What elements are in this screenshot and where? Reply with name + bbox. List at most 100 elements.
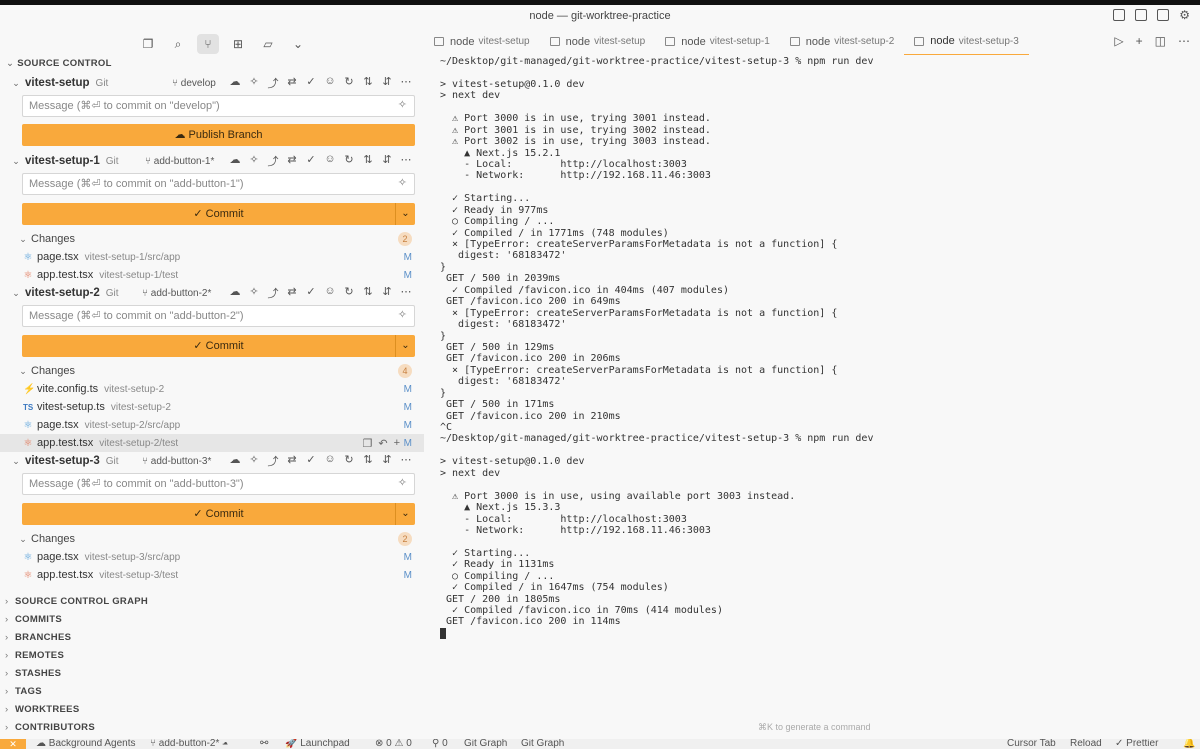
explorer-icon[interactable]: ❐	[137, 34, 159, 54]
agent-icon[interactable]: ☺	[324, 453, 336, 469]
more-views-chevron-icon[interactable]: ⌄	[287, 34, 309, 54]
commit-message-input[interactable]: Message (⌘⏎ to commit on "add-button-3")…	[22, 473, 415, 495]
branch-compare-icon[interactable]: ⇄	[286, 153, 298, 169]
more-actions-icon[interactable]: ⋯	[400, 453, 412, 469]
search-icon[interactable]: ⌕	[167, 34, 189, 54]
split-terminal-icon[interactable]: ◫	[1155, 34, 1166, 48]
background-agents[interactable]: ☁ Background Agents	[36, 739, 136, 749]
toggle-secondary-sidebar-icon[interactable]	[1157, 9, 1170, 21]
agent-icon[interactable]: ☺	[324, 153, 336, 169]
repo-header-vitest-setup[interactable]: ⌄ vitest-setup Git ⑂ develop ☁ ✧ ⤴ ⇄ ✓ ☺ ↻ ⇅ ⇵ ⋯	[0, 74, 424, 92]
repo-header-vitest-setup-1[interactable]: ⌄ vitest-setup-1 Git ⑂ add-button-1* ☁ ✧ ⤴…	[0, 152, 424, 170]
sync-icon[interactable]: ⇵	[381, 75, 393, 91]
sparkle-generate-icon[interactable]: ✧	[398, 99, 407, 112]
map-icon[interactable]: ▱	[257, 34, 279, 54]
section-tags[interactable]: › TAGS	[5, 686, 42, 697]
publish-branch-button[interactable]: ☁ Publish Branch	[22, 124, 415, 146]
section-source-control-graph[interactable]: › SOURCE CONTROL GRAPH	[5, 596, 148, 607]
commit-check-icon[interactable]: ✓	[305, 153, 317, 169]
commit-dropdown-chevron-icon[interactable]: ⌄	[395, 203, 415, 225]
sparkle-icon[interactable]: ✧	[248, 453, 260, 469]
changed-file[interactable]: ⚛ page.tsx vitest-setup-1/src/app M	[0, 248, 424, 266]
section-remotes[interactable]: › REMOTES	[5, 650, 64, 661]
commit-button[interactable]: ✓ Commit ⌄	[22, 203, 415, 225]
terminal-panel[interactable]: node vitest-setup node vitest-setup node vi…	[424, 28, 1200, 739]
settings-gear-icon[interactable]: ⚙	[1179, 9, 1190, 21]
branch-indicator[interactable]: ⑂ add-button-1*	[145, 156, 214, 167]
commit-button[interactable]: ✓ Commit ⌄	[22, 503, 415, 525]
branch-indicator[interactable]: ⑂ add-button-2*	[142, 288, 211, 299]
commit-message-input[interactable]: Message (⌘⏎ to commit on "develop") ✧	[22, 95, 415, 117]
stage-changes-icon[interactable]: +	[394, 437, 400, 450]
sparkle-icon[interactable]: ✧	[248, 75, 260, 91]
cloud-icon[interactable]: ☁	[229, 453, 241, 469]
terminal-tab[interactable]: node vitest-setup-1	[655, 28, 780, 55]
section-stashes[interactable]: › STASHES	[5, 668, 61, 679]
section-commits[interactable]: › COMMITS	[5, 614, 62, 625]
branch-indicator[interactable]: ⑂ develop	[172, 78, 216, 89]
refresh-icon[interactable]: ↻	[343, 453, 355, 469]
cloud-icon[interactable]: ☁	[229, 75, 241, 91]
discard-changes-icon[interactable]: ↶	[378, 437, 387, 450]
sparkle-generate-icon[interactable]: ✧	[398, 177, 407, 190]
changes-header[interactable]: ⌄ Changes 2	[0, 530, 424, 548]
branch-indicator[interactable]: ⑂ add-button-3*	[142, 456, 211, 467]
new-terminal-icon[interactable]: +	[1136, 34, 1143, 48]
fetch-icon[interactable]: ⇅	[362, 153, 374, 169]
sparkle-icon[interactable]: ✧	[248, 285, 260, 301]
branch-compare-icon[interactable]: ⇄	[286, 75, 298, 91]
notifications-bell-icon[interactable]: 🔔	[1183, 739, 1195, 749]
changed-file[interactable]: TS vitest-setup.ts vitest-setup-2 M	[0, 398, 424, 416]
changed-file[interactable]: ⚛ app.test.tsx vitest-setup-3/test M	[0, 566, 424, 584]
terminal-output[interactable]: ~/Desktop/git-managed/git-worktree-pract…	[440, 56, 873, 639]
more-actions-icon[interactable]: ⋯	[1178, 34, 1190, 48]
extensions-icon[interactable]: ⊞	[227, 34, 249, 54]
repo-header-vitest-setup-2[interactable]: ⌄ vitest-setup-2 Git ⑂ add-button-2* ☁ ✧ ⤴…	[0, 284, 424, 302]
more-actions-icon[interactable]: ⋯	[400, 75, 412, 91]
changed-file[interactable]: ⚛ page.tsx vitest-setup-2/src/app M	[0, 416, 424, 434]
section-contributors[interactable]: › CONTRIBUTORS	[5, 722, 95, 733]
changes-header[interactable]: ⌄ Changes 2	[0, 230, 424, 248]
terminal-tab[interactable]: node vitest-setup	[540, 28, 656, 55]
agent-icon[interactable]: ☺	[324, 285, 336, 301]
changed-file-hovered[interactable]: ⚛ app.test.tsx vitest-setup-2/test ❐ ↶ + M	[0, 434, 424, 452]
commit-dropdown-chevron-icon[interactable]: ⌄	[395, 335, 415, 357]
changes-header[interactable]: ⌄ Changes 4	[0, 362, 424, 380]
commit-dropdown-chevron-icon[interactable]: ⌄	[395, 503, 415, 525]
fetch-icon[interactable]: ⇅	[362, 453, 374, 469]
sync-icon[interactable]: ⇵	[381, 453, 393, 469]
pull-request-icon[interactable]: ⤴	[267, 285, 279, 301]
pull-request-icon[interactable]: ⤴	[267, 75, 279, 91]
git-graph-2[interactable]: Git Graph	[521, 739, 564, 749]
refresh-icon[interactable]: ↻	[343, 153, 355, 169]
fetch-icon[interactable]: ⇅	[362, 75, 374, 91]
more-actions-icon[interactable]: ⋯	[400, 153, 412, 169]
git-icon[interactable]: ⚯	[260, 739, 268, 749]
commit-check-icon[interactable]: ✓	[305, 285, 317, 301]
source-control-icon[interactable]: ⑂	[197, 34, 219, 54]
branch-compare-icon[interactable]: ⇄	[286, 285, 298, 301]
commit-message-input[interactable]: Message (⌘⏎ to commit on "add-button-1")…	[22, 173, 415, 195]
remote-indicator-icon[interactable]: ✕	[0, 739, 26, 749]
reload[interactable]: Reload	[1070, 739, 1102, 749]
terminal-tab[interactable]: node vitest-setup-2	[780, 28, 905, 55]
commit-button[interactable]: ✓ Commit ⌄	[22, 335, 415, 357]
pull-request-icon[interactable]: ⤴	[267, 153, 279, 169]
sparkle-generate-icon[interactable]: ✧	[398, 309, 407, 322]
sync-icon[interactable]: ⇵	[381, 285, 393, 301]
sparkle-generate-icon[interactable]: ✧	[398, 477, 407, 490]
git-graph-1[interactable]: Git Graph	[464, 739, 507, 749]
terminal-tab-active[interactable]: node vitest-setup-3	[904, 28, 1029, 55]
repo-header-vitest-setup-3[interactable]: ⌄ vitest-setup-3 Git ⑂ add-button-3* ☁ ✧ ⤴…	[0, 452, 424, 470]
fetch-icon[interactable]: ⇅	[362, 285, 374, 301]
commit-message-input[interactable]: Message (⌘⏎ to commit on "add-button-2")…	[22, 305, 415, 327]
refresh-icon[interactable]: ↻	[343, 75, 355, 91]
commit-check-icon[interactable]: ✓	[305, 75, 317, 91]
sync-icon[interactable]: ⇵	[381, 153, 393, 169]
cloud-icon[interactable]: ☁	[229, 285, 241, 301]
changed-file[interactable]: ⚡ vite.config.ts vitest-setup-2 M	[0, 380, 424, 398]
problems-indicator[interactable]: ⊗ 0 ⚠ 0	[375, 739, 412, 749]
toggle-panel-icon[interactable]	[1135, 9, 1148, 21]
agent-icon[interactable]: ☺	[324, 75, 336, 91]
toggle-primary-sidebar-icon[interactable]	[1113, 9, 1126, 21]
